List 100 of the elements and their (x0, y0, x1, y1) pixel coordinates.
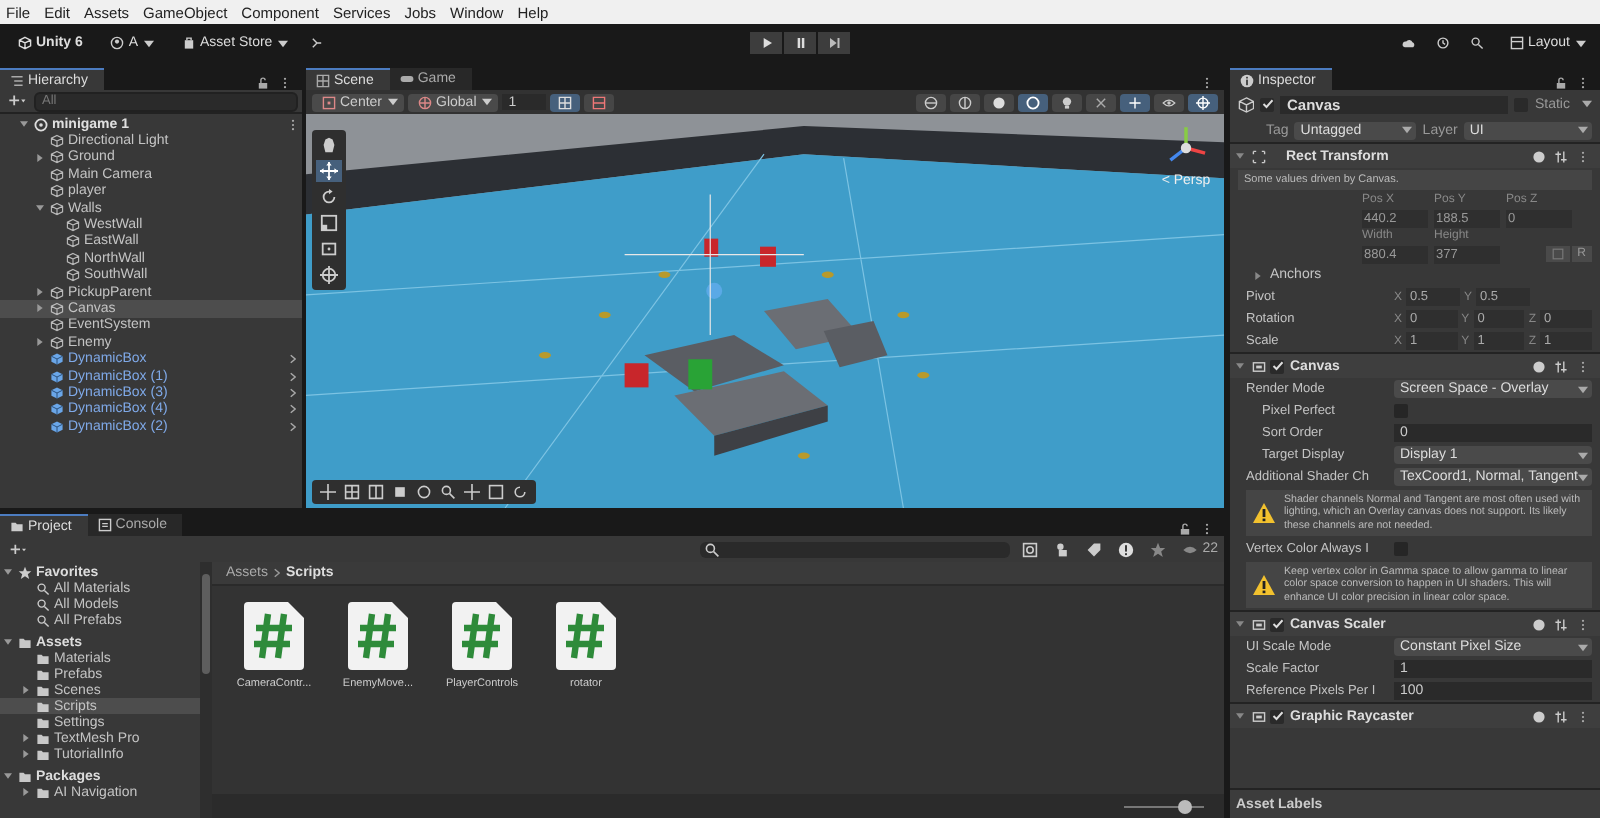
enabled-checkbox[interactable] (1270, 617, 1284, 632)
scale-icon[interactable] (488, 484, 504, 500)
component-icon (1252, 359, 1266, 373)
shaded-wire-button[interactable] (950, 93, 980, 111)
enabled-checkbox[interactable] (1270, 709, 1284, 724)
search-icon[interactable] (440, 484, 456, 500)
lock-icon[interactable] (1554, 76, 1568, 90)
rotate-icon[interactable] (512, 484, 528, 500)
pivot-icon (322, 95, 336, 109)
layout-icon (1509, 36, 1524, 50)
cross-icon (1094, 95, 1108, 109)
step-button[interactable] (818, 32, 850, 54)
tag-icon[interactable] (1086, 541, 1103, 557)
expand-arrow-icon[interactable] (1236, 152, 1244, 160)
console-icon (97, 518, 112, 532)
branch-icon[interactable] (310, 36, 325, 50)
zoom-slider[interactable] (1124, 799, 1204, 813)
gizmos-button[interactable] (1120, 93, 1150, 111)
move-icon[interactable] (464, 484, 480, 500)
caret-icon (1578, 473, 1588, 481)
active-checkbox[interactable] (1260, 97, 1275, 111)
scale-icon[interactable] (316, 212, 342, 234)
lock-icon[interactable] (256, 76, 270, 90)
folder-icon (10, 519, 24, 533)
caret-icon[interactable] (1582, 100, 1592, 108)
expand-arrow-icon[interactable] (22, 750, 30, 758)
lighting-button[interactable] (1018, 93, 1048, 111)
search-icon[interactable] (1469, 36, 1484, 50)
expand-arrow-icon[interactable] (1254, 271, 1262, 279)
expand-arrow-icon[interactable] (36, 338, 44, 347)
slider-thumb[interactable] (1177, 799, 1191, 813)
expand-arrow-icon[interactable] (36, 304, 44, 313)
expand-arrow-icon[interactable] (4, 772, 12, 780)
pause-button[interactable] (784, 32, 816, 54)
cloud-icon[interactable] (1401, 36, 1416, 50)
script-file-icon[interactable] (244, 602, 304, 670)
bag-icon (182, 36, 197, 50)
circle-icon[interactable] (416, 484, 432, 500)
expand-arrow-icon[interactable] (22, 734, 30, 742)
script-file-icon[interactable] (556, 602, 616, 670)
scene-icon (34, 117, 48, 132)
sliders-icon[interactable] (1554, 149, 1568, 163)
search-field[interactable] (700, 541, 1011, 557)
warning-icon (1252, 574, 1276, 597)
expand-arrow-icon[interactable] (1236, 712, 1244, 721)
expand-arrow-icon[interactable] (1236, 362, 1244, 370)
audio-button[interactable] (1086, 93, 1116, 111)
rect-transform-icon (1252, 149, 1266, 163)
check-icon (1271, 710, 1283, 723)
caret-icon (1578, 643, 1588, 652)
sliders-icon[interactable] (1554, 617, 1568, 632)
platform-block[interactable] (674, 371, 828, 456)
expand-arrow-icon[interactable] (4, 638, 12, 646)
expand-arrow-icon[interactable] (36, 288, 44, 297)
grid-icon[interactable] (368, 484, 384, 500)
effects-button[interactable] (1052, 93, 1082, 111)
expand-arrow-icon[interactable] (36, 153, 44, 162)
filter-icon[interactable] (1022, 541, 1039, 557)
transform-icon[interactable] (316, 264, 342, 286)
lock-icon[interactable] (1178, 522, 1192, 536)
snap-icon[interactable] (392, 484, 408, 500)
add-icon[interactable] (10, 541, 26, 557)
sliders-icon[interactable] (1554, 709, 1568, 724)
wall[interactable] (306, 126, 1224, 215)
enabled-checkbox[interactable] (1270, 359, 1284, 373)
grid-icon (558, 95, 573, 109)
info-icon (1240, 73, 1254, 87)
draw-mode-button[interactable] (916, 93, 946, 111)
account-icon (110, 36, 125, 50)
view-options-button[interactable] (1188, 93, 1218, 111)
warning-icon (1252, 502, 1276, 525)
caret-icon (482, 98, 493, 106)
increment-button[interactable] (584, 93, 615, 111)
move-icon[interactable] (320, 484, 336, 500)
grid-icon[interactable] (344, 484, 360, 500)
script-file-icon[interactable] (452, 602, 512, 670)
check-icon (1271, 618, 1283, 631)
expand-arrow-icon[interactable] (22, 686, 30, 694)
info-icon[interactable] (1118, 541, 1135, 557)
star-icon[interactable] (1150, 541, 1167, 557)
expand-arrow-icon[interactable] (36, 204, 44, 213)
sliders-icon[interactable] (1554, 359, 1568, 373)
add-icon[interactable] (8, 94, 26, 108)
play-button[interactable] (750, 32, 782, 54)
type-filter-icon[interactable] (1054, 541, 1071, 557)
history-icon[interactable] (1435, 36, 1450, 50)
expand-arrow-icon[interactable] (1236, 620, 1244, 629)
step-icon (829, 38, 839, 48)
script-file-icon[interactable] (348, 602, 408, 670)
caret-icon (278, 39, 289, 47)
expand-arrow-icon[interactable] (4, 568, 12, 576)
snap-button[interactable] (550, 93, 581, 111)
grid-icon (316, 73, 330, 87)
visibility-button[interactable] (1154, 93, 1184, 111)
expand-arrow-icon[interactable] (22, 788, 30, 796)
shaded-button[interactable] (984, 93, 1014, 111)
rect-icon[interactable] (316, 238, 342, 260)
caret-icon (1578, 451, 1588, 459)
expand-arrow-icon[interactable] (20, 120, 28, 129)
check-icon (1271, 360, 1283, 372)
